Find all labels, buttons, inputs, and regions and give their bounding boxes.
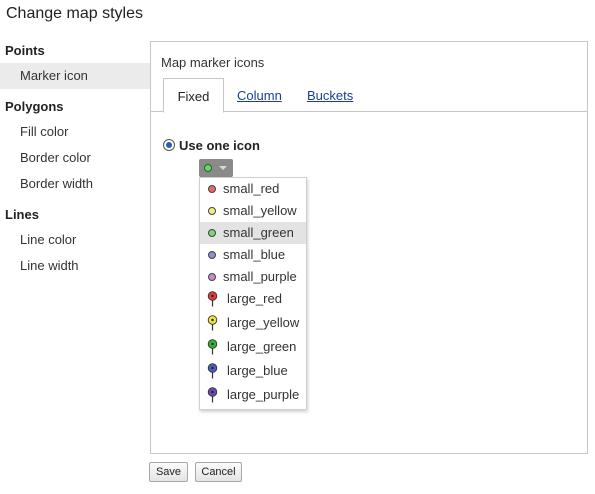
small-yellow-dot-icon bbox=[208, 207, 216, 215]
tab-column[interactable]: Column bbox=[237, 78, 282, 113]
icon-option-small-red[interactable]: small_red bbox=[200, 178, 306, 200]
large-blue-pin-icon bbox=[207, 363, 218, 379]
marker-icon-panel: Map marker icons Fixed Column Buckets Us… bbox=[150, 41, 588, 454]
sidebar-heading-lines: Lines bbox=[5, 207, 39, 222]
icon-option-large-blue[interactable]: large_blue bbox=[200, 360, 306, 382]
large-purple-pin-icon bbox=[207, 387, 218, 403]
icon-option-label: small_green bbox=[223, 225, 294, 240]
icon-option-large-red[interactable]: large_red bbox=[200, 288, 306, 310]
tab-bar: Fixed Column Buckets bbox=[151, 78, 587, 113]
icon-option-label: large_red bbox=[227, 291, 282, 306]
panel-label: Map marker icons bbox=[161, 55, 265, 70]
sidebar-item-fill-color[interactable]: Fill color bbox=[0, 119, 150, 145]
sidebar-item-border-width[interactable]: Border width bbox=[0, 171, 150, 197]
large-green-pin-icon bbox=[207, 339, 218, 355]
small-blue-dot-icon bbox=[208, 251, 216, 259]
use-one-icon-radio[interactable] bbox=[163, 139, 175, 151]
tab-fixed[interactable]: Fixed bbox=[163, 78, 224, 113]
cancel-button[interactable]: Cancel bbox=[195, 462, 242, 482]
icon-option-label: large_blue bbox=[227, 363, 288, 378]
icon-picker-button[interactable] bbox=[199, 159, 233, 177]
icon-option-small-yellow[interactable]: small_yellow bbox=[200, 200, 306, 222]
tab-buckets[interactable]: Buckets bbox=[307, 78, 353, 113]
icon-option-label: small_red bbox=[223, 181, 280, 196]
sidebar-item-line-width[interactable]: Line width bbox=[0, 253, 150, 279]
icon-option-small-blue[interactable]: small_blue bbox=[200, 244, 306, 266]
sidebar-heading-points: Points bbox=[5, 43, 45, 58]
large-red-pin-icon bbox=[207, 291, 218, 307]
sidebar-item-border-color[interactable]: Border color bbox=[0, 145, 150, 171]
caret-down-icon bbox=[219, 166, 227, 170]
sidebar-item-line-color[interactable]: Line color bbox=[0, 227, 150, 253]
icon-option-label: large_yellow bbox=[227, 315, 300, 330]
icon-option-small-purple[interactable]: small_purple bbox=[200, 266, 306, 288]
icon-option-large-green[interactable]: large_green bbox=[200, 336, 306, 358]
small-green-dot-icon bbox=[208, 229, 216, 237]
sidebar-item-marker-icon[interactable]: Marker icon bbox=[0, 63, 150, 89]
save-button[interactable]: Save bbox=[149, 462, 188, 482]
icon-option-label: small_purple bbox=[223, 269, 297, 284]
small-purple-dot-icon bbox=[208, 273, 216, 281]
icon-option-label: large_purple bbox=[227, 387, 300, 402]
large-yellow-pin-icon bbox=[207, 315, 218, 331]
icon-option-label: small_yellow bbox=[223, 203, 297, 218]
small-green-dot-icon bbox=[204, 164, 212, 172]
icon-option-label: large_green bbox=[227, 339, 297, 354]
icon-option-label: small_blue bbox=[223, 247, 286, 262]
icon-option-large-yellow[interactable]: large_yellow bbox=[200, 312, 306, 334]
dialog-title: Change map styles bbox=[6, 5, 143, 22]
sidebar-heading-polygons: Polygons bbox=[5, 99, 64, 114]
use-one-icon-label: Use one icon bbox=[179, 138, 260, 153]
small-red-dot-icon bbox=[208, 185, 216, 193]
icon-dropdown-menu: small_red small_yellow small_green small_bl… bbox=[199, 177, 307, 410]
icon-option-small-green[interactable]: small_green bbox=[200, 222, 306, 244]
icon-option-large-purple[interactable]: large_purple bbox=[200, 384, 306, 406]
